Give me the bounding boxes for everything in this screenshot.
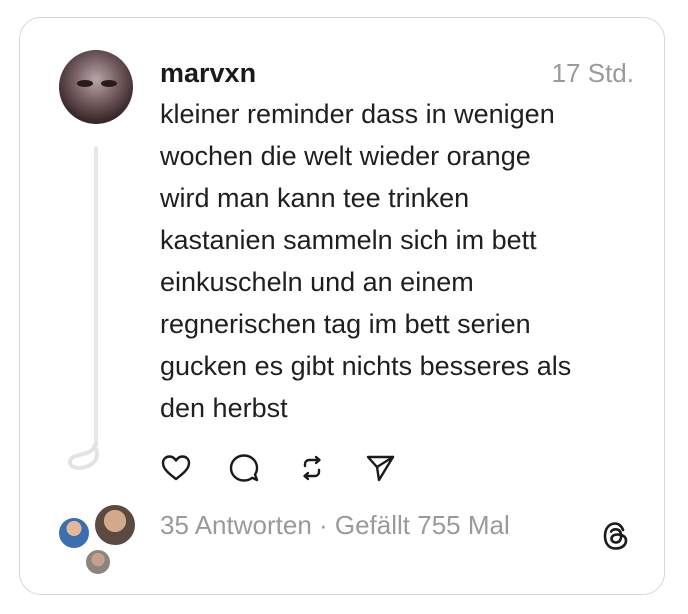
heart-icon[interactable] bbox=[160, 452, 192, 484]
post-actions bbox=[160, 452, 396, 484]
post-stats[interactable]: 35 Antworten · Gefällt 755 Mal bbox=[160, 510, 510, 541]
reply-avatar[interactable] bbox=[57, 516, 91, 550]
threads-logo-icon[interactable] bbox=[598, 518, 634, 554]
post-text-line: kleiner reminder dass in wenigen bbox=[160, 99, 555, 129]
post-text-line: gucken es gibt nichts besseres als bbox=[160, 351, 572, 381]
repost-icon[interactable] bbox=[296, 452, 328, 484]
avatar-eye bbox=[101, 80, 117, 87]
post-timestamp[interactable]: 17 Std. bbox=[552, 58, 634, 89]
author-username[interactable]: marvxn bbox=[160, 58, 256, 89]
post-text-line: den herbst bbox=[160, 393, 288, 423]
author-avatar[interactable] bbox=[59, 50, 133, 124]
post-text-line: wochen die welt wieder orange bbox=[160, 141, 531, 171]
send-icon[interactable] bbox=[364, 452, 396, 484]
avatar-eye bbox=[77, 80, 93, 87]
reply-avatar[interactable] bbox=[84, 548, 112, 576]
reply-avatar[interactable] bbox=[93, 503, 137, 547]
thread-line bbox=[94, 146, 98, 446]
speech-bubble-icon[interactable] bbox=[228, 452, 260, 484]
thread-loop-icon bbox=[67, 442, 99, 470]
post-text-line: wird man kann tee trinken bbox=[160, 183, 470, 213]
post-text-line: einkuscheln und an einem bbox=[160, 267, 474, 297]
post-text-line: kastanien sammeln sich im bett bbox=[160, 225, 537, 255]
post-text-line: regnerischen tag im bett serien bbox=[160, 309, 531, 339]
post-text: kleiner reminder dass in wenigen wochen … bbox=[160, 93, 640, 429]
